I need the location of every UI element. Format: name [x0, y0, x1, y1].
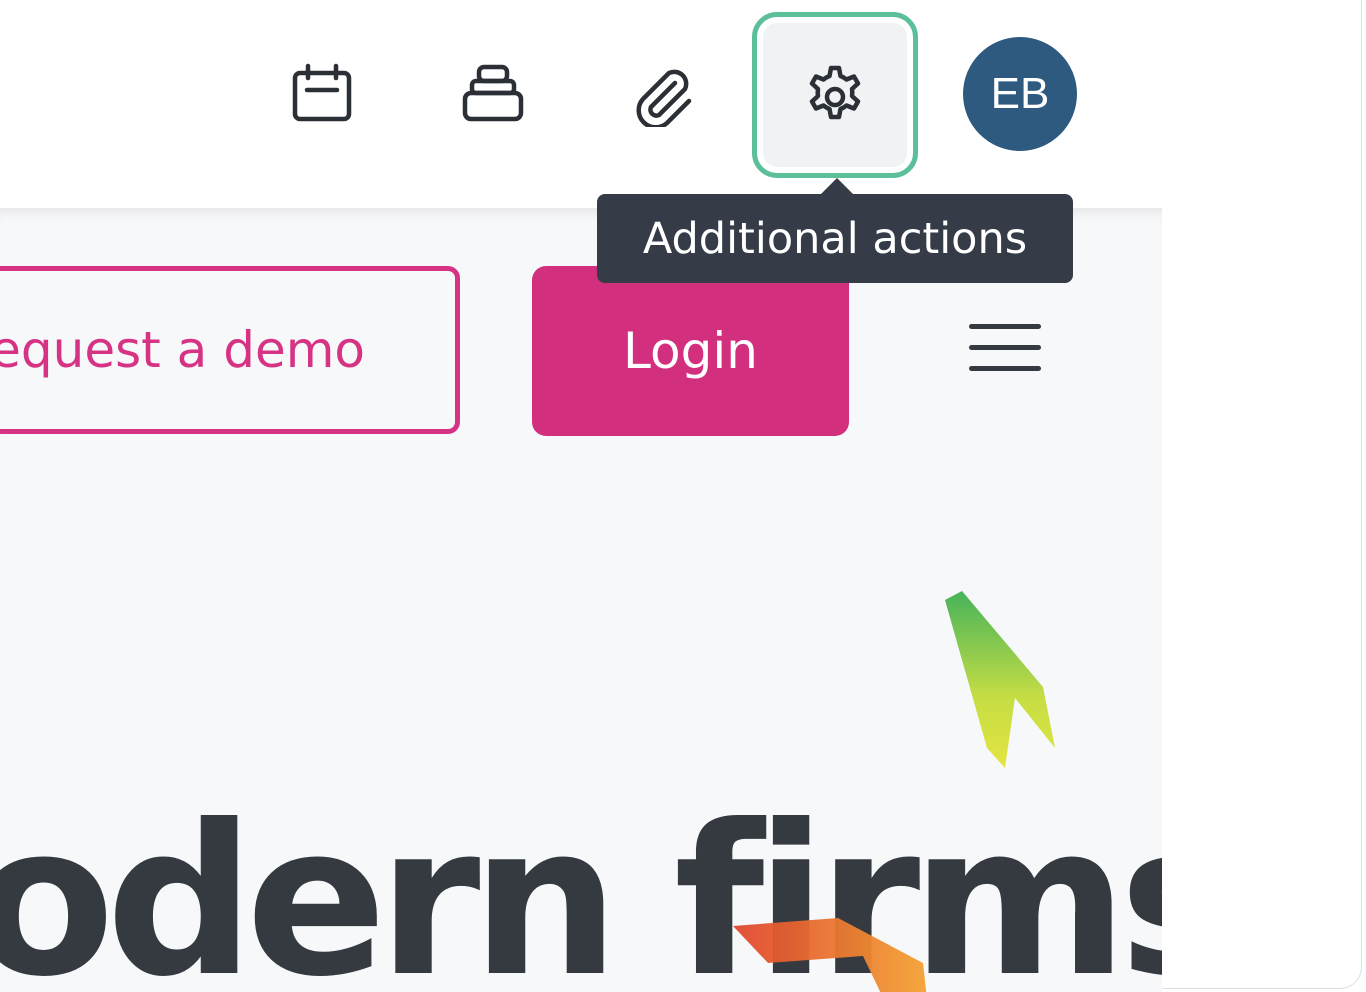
login-button[interactable]: Login — [532, 266, 849, 436]
calendar-icon — [292, 63, 352, 122]
top-toolbar: EB — [0, 0, 1366, 200]
hero-headline: odern firms — [0, 781, 1162, 992]
settings-button[interactable] — [752, 12, 918, 178]
request-demo-button[interactable]: Request a demo — [0, 266, 460, 434]
gear-icon — [809, 65, 861, 120]
stamp-icon — [462, 64, 524, 122]
hamburger-icon-line — [969, 366, 1041, 371]
hamburger-icon — [969, 324, 1041, 329]
tooltip: Additional actions — [597, 178, 1073, 283]
paperclip-icon — [636, 69, 692, 127]
hamburger-icon-line — [969, 345, 1041, 350]
website-preview: Request a demo Login odern firms — [0, 208, 1162, 992]
leaf-graphic — [945, 591, 1055, 768]
stamp-button[interactable] — [438, 39, 548, 149]
attachment-button[interactable] — [609, 39, 719, 149]
user-avatar[interactable]: EB — [963, 37, 1077, 151]
swoosh-graphic — [733, 918, 927, 992]
menu-button[interactable] — [965, 318, 1045, 378]
calendar-button[interactable] — [267, 39, 377, 149]
